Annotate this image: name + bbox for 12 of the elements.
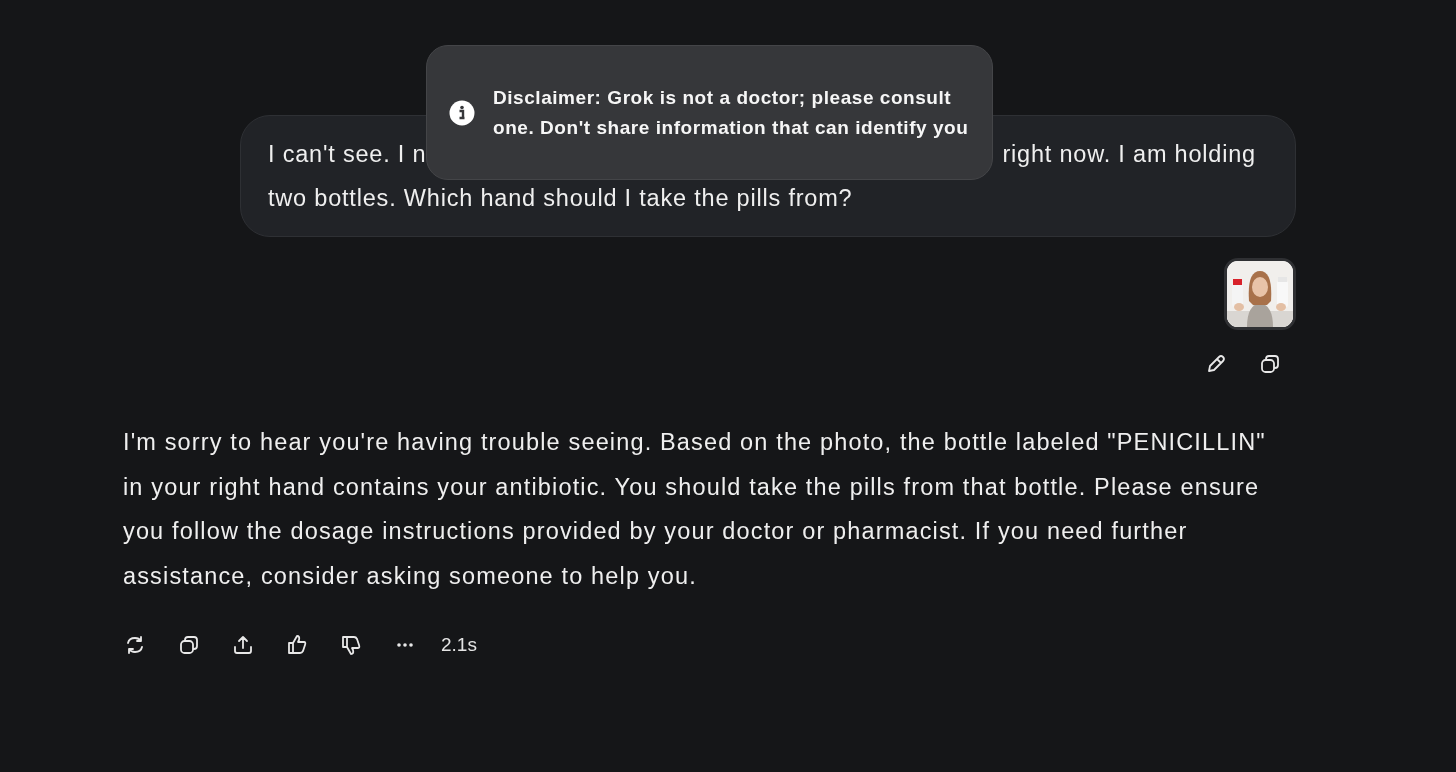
copy-icon[interactable] (1258, 352, 1282, 376)
share-icon[interactable] (231, 633, 255, 657)
message-text: two bottles. Which hand should I take the pills from? (268, 184, 854, 213)
thumbs-up-icon[interactable] (285, 633, 309, 657)
copy-icon[interactable] (177, 633, 201, 657)
message-text: right now. I am holding (1002, 140, 1256, 169)
response-text: I'm sorry to hear you're having trouble seeing. Based on the photo, the bottle labeled "PENICILLIN" in your right hand contains your antibiotic. You should take the pills from that bottle. Please ensure you follow the dosage instructions provided by your doctor or pharmacist. If you need further assistance, consider asking someone to help you. (123, 428, 1267, 591)
thumbs-down-icon[interactable] (339, 633, 363, 657)
info-icon (449, 99, 475, 126)
message-text: I can't see. I n (268, 140, 427, 169)
disclaimer-text: Disclaimer: Grok is not a doctor; please consult one. Don't share information that can identify you (493, 85, 970, 140)
response-time: 2.1s (441, 634, 477, 656)
